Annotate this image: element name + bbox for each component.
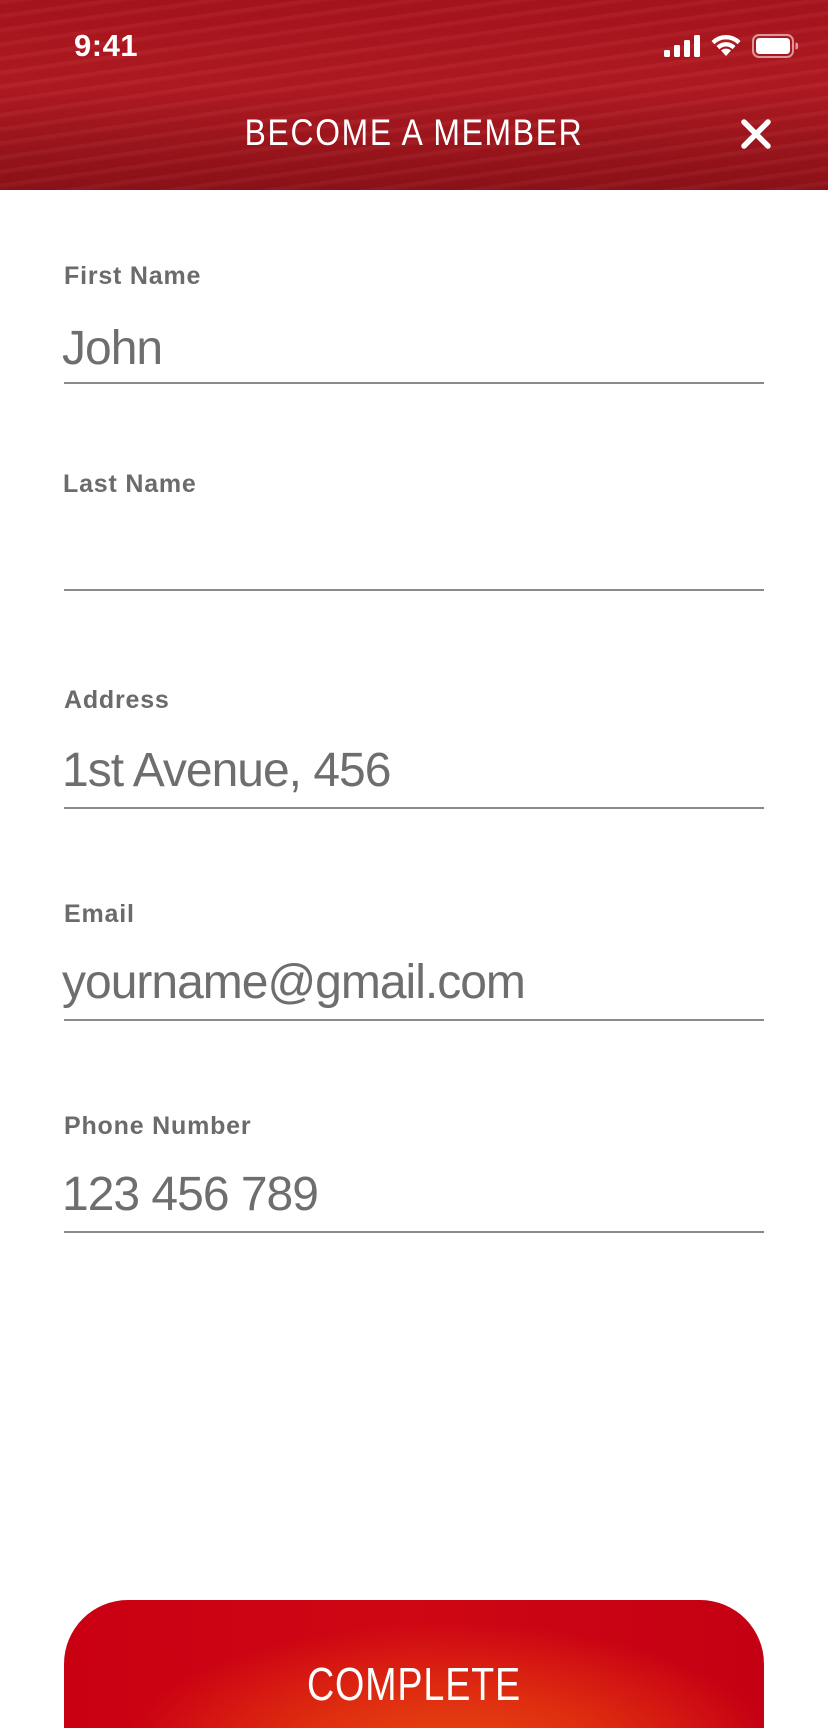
first-name-label: First Name <box>64 262 202 290</box>
address-field: Address <box>62 686 764 809</box>
phone-label: Phone Number <box>64 1112 252 1140</box>
address-input[interactable] <box>62 742 762 798</box>
phone-input[interactable] <box>62 1166 762 1222</box>
complete-button-label: COMPLETE <box>306 1658 522 1710</box>
cellular-signal-icon <box>664 35 700 57</box>
battery-icon <box>752 34 798 58</box>
last-name-field: Last Name <box>62 470 764 591</box>
phone-field: Phone Number <box>62 1112 764 1233</box>
email-field: Email <box>62 900 764 1021</box>
wifi-icon <box>711 34 741 56</box>
first-name-input[interactable] <box>62 320 762 376</box>
app-header: 9:41 BECOME A MEMBER <box>0 0 828 190</box>
status-bar-time: 9:41 <box>74 28 139 63</box>
complete-button[interactable]: COMPLETE <box>64 1600 764 1728</box>
status-bar-icons <box>664 34 798 58</box>
email-label: Email <box>64 900 135 928</box>
address-label: Address <box>64 686 170 714</box>
email-input[interactable] <box>62 954 762 1010</box>
last-name-input[interactable] <box>62 526 762 582</box>
last-name-label: Last Name <box>63 470 197 498</box>
close-icon <box>741 119 771 149</box>
close-button[interactable] <box>738 116 774 152</box>
page-title: BECOME A MEMBER <box>244 112 584 153</box>
first-name-field: First Name <box>62 262 764 384</box>
